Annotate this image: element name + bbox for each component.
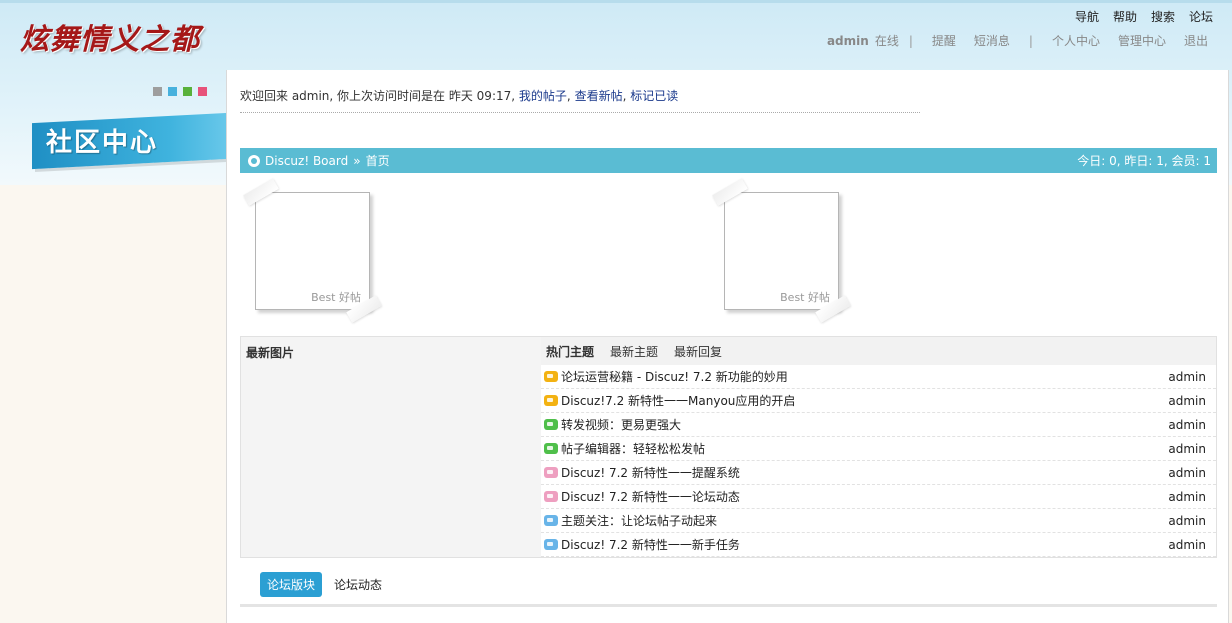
messages-link[interactable]: 短消息	[974, 32, 1010, 49]
tab-latest-topics[interactable]: 最新主题	[610, 343, 658, 360]
color-square	[168, 87, 177, 96]
topic-title[interactable]: 转发视频：更易更强大	[561, 416, 681, 433]
topic-row[interactable]: 主题关注：让论坛帖子动起来 admin	[541, 509, 1216, 533]
topic-row[interactable]: Discuz! 7.2 新特性一一新手任务 admin	[541, 533, 1216, 557]
topic-author[interactable]: admin	[1168, 538, 1206, 552]
topic-icon	[544, 395, 558, 406]
topic-tabs: 热门主题 最新主题 最新回复	[541, 337, 1216, 365]
user-bar: admin 在线 | 提醒 短消息 | 个人中心 管理中心 退出	[827, 32, 1217, 49]
topic-row[interactable]: Discuz! 7.2 新特性一一提醒系统 admin	[541, 461, 1216, 485]
topic-title[interactable]: 论坛运营秘籍 - Discuz! 7.2 新功能的妙用	[561, 368, 788, 385]
topic-icon	[544, 491, 558, 502]
topic-title[interactable]: Discuz! 7.2 新特性一一提醒系统	[561, 464, 740, 481]
topic-author[interactable]: admin	[1168, 466, 1206, 480]
topic-row[interactable]: 论坛运营秘籍 - Discuz! 7.2 新功能的妙用 admin	[541, 365, 1216, 389]
topic-author[interactable]: admin	[1168, 514, 1206, 528]
topic-author[interactable]: admin	[1168, 394, 1206, 408]
notifications-link[interactable]: 提醒	[932, 32, 956, 49]
username[interactable]: admin	[827, 34, 869, 48]
topic-title[interactable]: Discuz! 7.2 新特性一一论坛动态	[561, 488, 740, 505]
topic-icon	[544, 467, 558, 478]
top-nav: 导航 帮助 搜索 论坛	[1061, 8, 1213, 25]
topic-icon	[544, 539, 558, 550]
tab-latest-replies[interactable]: 最新回复	[674, 343, 722, 360]
topic-icon	[544, 371, 558, 382]
topic-row[interactable]: 转发视频：更易更强大 admin	[541, 413, 1216, 437]
breadcrumb: Discuz! Board » 首页 今日: 0, 昨日: 1, 会员: 1	[240, 148, 1217, 173]
community-title: 社区中心	[46, 128, 159, 158]
logout-link[interactable]: 退出	[1184, 32, 1208, 49]
tab-forum-boards[interactable]: 论坛版块	[260, 572, 323, 597]
topic-author[interactable]: admin	[1168, 490, 1206, 504]
bottom-tabs: 论坛版块 论坛动态	[260, 572, 382, 597]
nav-help-link[interactable]: 帮助	[1113, 8, 1137, 25]
topic-icon	[544, 443, 558, 454]
view-new-posts-link[interactable]: 查看新帖	[575, 89, 623, 103]
breadcrumb-separator: »	[353, 153, 361, 168]
color-squares	[153, 87, 207, 96]
separator: |	[1028, 33, 1033, 48]
breadcrumb-site[interactable]: Discuz! Board	[265, 154, 348, 168]
tab-forum-activity[interactable]: 论坛动态	[334, 576, 382, 593]
topic-list: 论坛运营秘籍 - Discuz! 7.2 新功能的妙用 admin Discuz…	[541, 365, 1216, 557]
topic-title[interactable]: Discuz! 7.2 新特性一一新手任务	[561, 536, 740, 553]
nav-forum-link[interactable]: 论坛	[1189, 8, 1213, 25]
personal-center-link[interactable]: 个人中心	[1052, 32, 1100, 49]
best-posts-label: Best 好帖	[311, 291, 361, 304]
admin-center-link[interactable]: 管理中心	[1118, 32, 1166, 49]
forum-stats: 今日: 0, 昨日: 1, 会员: 1	[1077, 154, 1211, 168]
home-circle-icon	[248, 154, 260, 167]
color-square	[153, 87, 162, 96]
topic-icon	[544, 515, 558, 526]
color-square	[198, 87, 207, 96]
topic-author[interactable]: admin	[1168, 370, 1206, 384]
breadcrumb-page: 首页	[365, 154, 390, 168]
topic-author[interactable]: admin	[1168, 418, 1206, 432]
latest-pictures-title: 最新图片	[246, 346, 295, 360]
topics-panel: 热门主题 最新主题 最新回复 论坛运营秘籍 - Discuz! 7.2 新功能的…	[541, 337, 1216, 557]
best-posts-label: Best 好帖	[780, 291, 830, 304]
best-posts-card[interactable]: Best 好帖	[712, 178, 851, 323]
topic-author[interactable]: admin	[1168, 442, 1206, 456]
color-square	[183, 87, 192, 96]
topic-row[interactable]: Discuz!7.2 新特性一一Manyou应用的开启 admin	[541, 389, 1216, 413]
divider	[240, 604, 1217, 607]
topic-title[interactable]: Discuz!7.2 新特性一一Manyou应用的开启	[561, 392, 795, 409]
nav-search-link[interactable]: 搜索	[1151, 8, 1175, 25]
welcome-text: 欢迎回来 admin, 你上次访问时间是在 昨天 09:17,	[240, 89, 516, 103]
separator: |	[908, 33, 913, 48]
online-status: 在线	[874, 34, 899, 48]
welcome-message: 欢迎回来 admin, 你上次访问时间是在 昨天 09:17, 我的帖子, 查看…	[240, 87, 920, 113]
topic-row[interactable]: Discuz! 7.2 新特性一一论坛动态 admin	[541, 485, 1216, 509]
best-posts-card[interactable]: Best 好帖	[243, 178, 382, 323]
mark-read-link[interactable]: 标记已读	[630, 89, 678, 103]
nav-guide-link[interactable]: 导航	[1075, 8, 1099, 25]
site-logo[interactable]: 炫舞情义之都	[20, 16, 200, 58]
my-posts-link[interactable]: 我的帖子	[519, 89, 567, 103]
tab-hot-topics[interactable]: 热门主题	[546, 343, 594, 360]
latest-pictures-panel: 最新图片	[241, 337, 541, 557]
topic-title[interactable]: 帖子编辑器：轻轻松松发帖	[561, 440, 705, 457]
content-box: 最新图片 热门主题 最新主题 最新回复 论坛运营秘籍 - Discuz! 7.2…	[240, 336, 1217, 558]
topic-title[interactable]: 主题关注：让论坛帖子动起来	[561, 512, 717, 529]
topic-row[interactable]: 帖子编辑器：轻轻松松发帖 admin	[541, 437, 1216, 461]
topic-icon	[544, 419, 558, 430]
